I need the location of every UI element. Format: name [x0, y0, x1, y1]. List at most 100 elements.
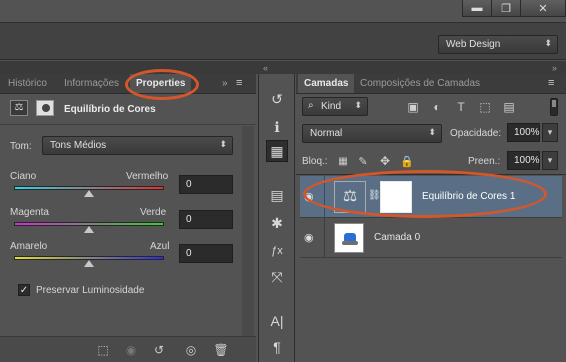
restore-icon: ❐ — [501, 2, 511, 15]
balance-scale-icon: ⚖ — [10, 100, 28, 116]
info-icon[interactable]: ℹ — [266, 116, 288, 138]
slider-thumb[interactable] — [84, 190, 94, 197]
lock-brush-icon[interactable]: ✎ — [354, 153, 372, 169]
options-bar: Web Design ⬍ — [0, 22, 566, 60]
yellow-blue-input[interactable]: 0 — [179, 244, 233, 263]
filter-shape-icon[interactable]: ⬚ — [476, 99, 494, 115]
fill-label: Preen.: — [468, 156, 501, 167]
magenta-green-input[interactable]: 0 — [179, 210, 233, 229]
tab-historico[interactable]: Histórico — [2, 74, 53, 93]
layer-mask-icon[interactable] — [36, 100, 54, 116]
view-previous-state-icon[interactable]: ◉ — [122, 342, 140, 358]
preserve-luminosity-checkbox[interactable]: ✓ — [18, 284, 30, 296]
filter-kind-value: Kind — [321, 101, 342, 112]
search-icon: ⌕ — [308, 100, 314, 111]
layers-empty-area — [300, 258, 562, 362]
styles-icon[interactable]: ✱ — [266, 212, 288, 234]
tab-informacoes[interactable]: Informações — [58, 74, 125, 93]
layer-name[interactable]: Equilíbrio de Cores 1 — [422, 191, 515, 202]
layer-row-pixel[interactable]: ◉ Camada 0 — [300, 218, 562, 258]
chevron-updown-icon: ⬍ — [544, 38, 552, 48]
adjustment-title: Equilíbrio de Cores — [64, 104, 156, 115]
panel-icon-strip: ↺ ℹ ▦ ▤ ✱ ƒx ⤧ A| ¶ — [258, 74, 295, 362]
layer-name[interactable]: Camada 0 — [374, 232, 420, 243]
balance-scale-icon: ⚖ — [334, 181, 366, 213]
lock-transparency-icon[interactable]: ▦ — [334, 153, 352, 169]
slider-right-label: Verde — [140, 207, 167, 218]
properties-footer: ⬚ ◉ ↺ ◎ 🗑 — [0, 336, 256, 362]
visibility-eye-icon[interactable]: ◉ — [304, 190, 314, 203]
swatches-icon[interactable]: ▤ — [266, 184, 288, 206]
clip-to-layer-icon[interactable]: ⬚ — [94, 342, 112, 358]
chevron-updown-icon: ⬍ — [354, 100, 362, 110]
divider — [0, 124, 256, 125]
opacity-dropdown-icon[interactable]: ▾ — [542, 123, 558, 142]
fill-dropdown-icon[interactable]: ▾ — [542, 151, 558, 170]
tab-composicoes[interactable]: Composições de Camadas — [354, 74, 486, 93]
history-brush-icon[interactable]: ↺ — [266, 88, 288, 110]
panel-dock-gutter — [0, 61, 566, 74]
divider — [324, 176, 325, 218]
preserve-luminosity-label: Preservar Luminosidade — [36, 285, 145, 296]
filter-pixel-icon[interactable]: ▣ — [404, 99, 422, 115]
properties-icon[interactable]: ▦ — [266, 140, 288, 162]
layer-thumbnail[interactable] — [334, 223, 364, 253]
collapse-left-icon[interactable]: « — [263, 63, 268, 73]
panel-menu-icon[interactable]: ≡ — [236, 77, 242, 89]
minimize-icon: ▬ — [471, 2, 483, 14]
paths-icon[interactable]: ⤧ — [266, 266, 288, 288]
slider-right-label: Azul — [150, 241, 170, 252]
properties-panel: Histórico Informações Properties » ≡ ⚖ E… — [0, 74, 256, 362]
chevron-updown-icon: ⬍ — [219, 139, 227, 149]
slider-left-label: Amarelo — [10, 241, 48, 252]
slider-left-label: Ciano — [10, 171, 37, 182]
slider-right-label: Vermelho — [126, 171, 169, 182]
fx-icon[interactable]: ƒx — [266, 240, 288, 262]
close-icon: ✕ — [538, 2, 548, 15]
opacity-input[interactable]: 100% — [507, 123, 540, 142]
tab-camadas[interactable]: Camadas — [298, 74, 355, 93]
layers-tabbar: Camadas Composições de Camadas ≡ — [296, 74, 566, 94]
cyan-red-input[interactable]: 0 — [179, 175, 233, 194]
properties-tabbar: Histórico Informações Properties » ≡ — [0, 74, 256, 94]
slider-left-label: Magenta — [10, 207, 49, 218]
close-button[interactable]: ✕ — [520, 0, 566, 17]
slider-thumb[interactable] — [84, 226, 94, 233]
blend-mode-select[interactable]: Normal ⬍ — [302, 124, 442, 143]
workspace-select[interactable]: Web Design ⬍ — [438, 35, 558, 54]
collapse-right-icon[interactable]: » — [552, 63, 557, 73]
tab-properties[interactable]: Properties — [130, 74, 192, 93]
layer-row-adjustment[interactable]: ◉ ⚖ ⛓ Equilíbrio de Cores 1 — [300, 176, 562, 218]
visibility-eye-icon[interactable]: ◉ — [304, 231, 314, 244]
workspace-select-value: Web Design — [446, 39, 501, 50]
tone-select[interactable]: Tons Médios ⬍ — [42, 136, 233, 155]
slider-thumb[interactable] — [84, 260, 94, 267]
fill-input[interactable]: 100% — [507, 151, 540, 170]
window-title-bar: ▬ ❐ ✕ — [0, 0, 566, 22]
layer-mask-thumbnail[interactable] — [380, 181, 412, 213]
filter-adjustment-icon[interactable]: ◐ — [428, 99, 446, 115]
divider — [324, 218, 325, 258]
properties-scrollbar[interactable] — [242, 126, 254, 336]
lock-position-icon[interactable]: ✥ — [376, 153, 394, 169]
blend-mode-value: Normal — [310, 128, 343, 139]
chevron-updown-icon: ⬍ — [428, 127, 436, 137]
filter-toggle-switch[interactable] — [550, 98, 558, 116]
panel-menu-icon[interactable]: ≡ — [548, 77, 554, 89]
restore-button[interactable]: ❐ — [491, 0, 521, 17]
lock-label: Bloq.: — [302, 156, 328, 167]
character-icon[interactable]: A| — [266, 310, 288, 332]
tone-label: Tom: — [10, 141, 32, 152]
opacity-label: Opacidade: — [450, 128, 502, 139]
visibility-eye-icon[interactable]: ◎ — [182, 342, 200, 358]
filter-kind-select[interactable]: ⌕ Kind ⬍ — [302, 97, 368, 116]
collapse-panel-icon[interactable]: » — [222, 78, 228, 89]
filter-type-icon[interactable]: T — [452, 99, 470, 115]
filter-smart-object-icon[interactable]: ▤ — [500, 99, 518, 115]
reset-icon[interactable]: ↺ — [150, 342, 168, 358]
minimize-button[interactable]: ▬ — [462, 0, 492, 17]
chain-link-icon[interactable]: ⛓ — [368, 190, 381, 201]
lock-all-icon[interactable]: 🔒 — [398, 153, 416, 169]
paragraph-icon[interactable]: ¶ — [266, 336, 288, 358]
delete-trash-icon[interactable]: 🗑 — [212, 342, 230, 358]
